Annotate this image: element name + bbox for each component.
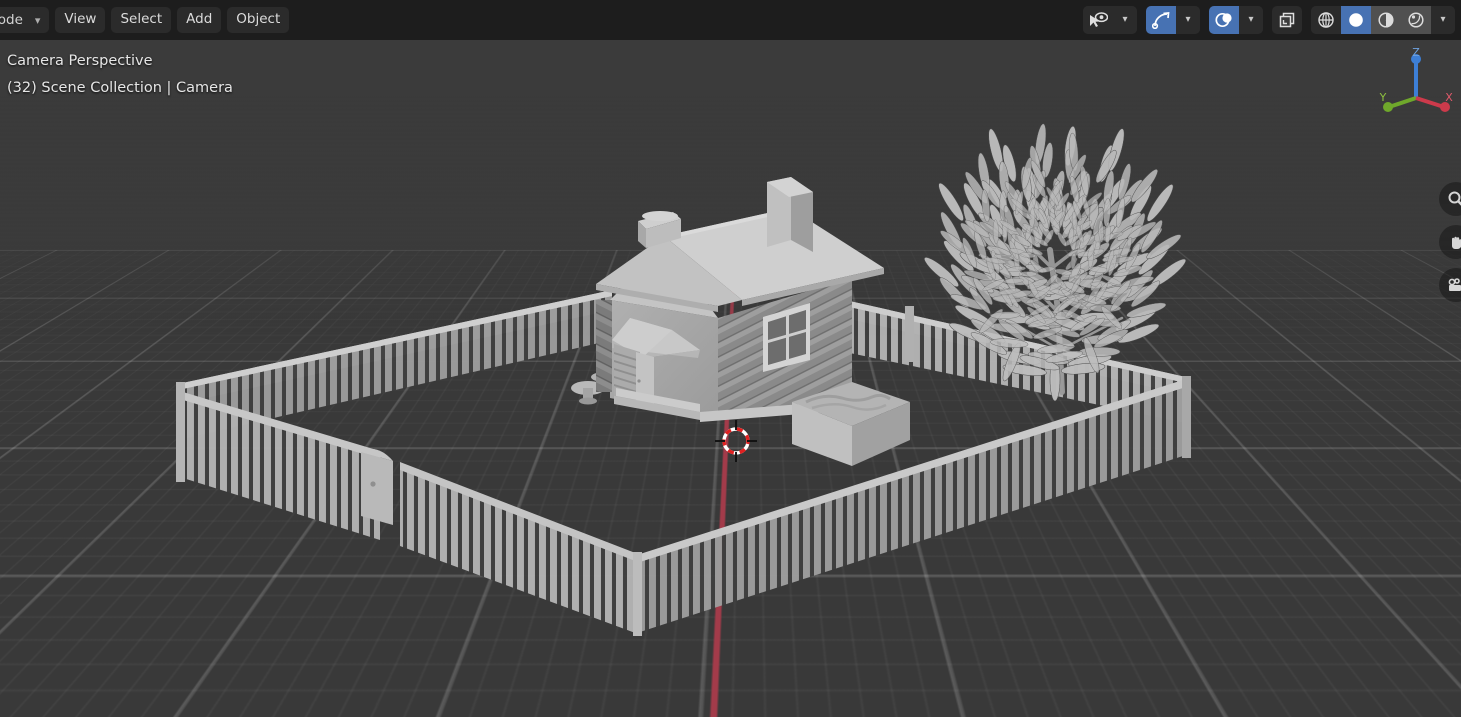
3d-cursor[interactable] bbox=[713, 418, 759, 464]
show-overlays[interactable] bbox=[1209, 6, 1239, 34]
header-right-group: ▾ ▾ ▾ ▾ bbox=[1083, 6, 1461, 34]
viewport-navigation-buttons[interactable] bbox=[1437, 182, 1461, 302]
show-overlays-group: ▾ bbox=[1209, 6, 1263, 34]
camera-icon bbox=[1448, 278, 1461, 291]
menu-object[interactable]: Object bbox=[227, 7, 290, 33]
shading-mode-group: ▾ bbox=[1311, 6, 1455, 34]
menu-select-label: Select bbox=[120, 11, 163, 28]
chevron-down-icon: ▾ bbox=[34, 13, 41, 27]
object-type-visibility-group: ▾ bbox=[1083, 6, 1137, 34]
menu-view[interactable]: View bbox=[55, 7, 106, 33]
show-gizmo-dropdown[interactable]: ▾ bbox=[1176, 6, 1200, 34]
axis-label-y: Y bbox=[1379, 91, 1387, 104]
chimney-rear[interactable] bbox=[767, 177, 813, 252]
toggle-xray-group bbox=[1272, 6, 1302, 34]
shading-mode-material-preview[interactable] bbox=[1371, 6, 1401, 34]
blender-window: Camera Perspective (32) Scene Collection… bbox=[0, 0, 1461, 717]
chimney-front[interactable] bbox=[638, 211, 681, 248]
pan-gizmo[interactable] bbox=[1439, 225, 1461, 259]
navigation-axis-gizmo[interactable]: Z Y X bbox=[1377, 46, 1455, 124]
show-gizmo-group: ▾ bbox=[1146, 6, 1200, 34]
viewport-info-overlay: Camera Perspective (32) Scene Collection… bbox=[7, 48, 233, 102]
menu-add-label: Add bbox=[186, 11, 213, 28]
shading-mode-solid[interactable] bbox=[1341, 6, 1371, 34]
overlays-circles-icon bbox=[1214, 12, 1232, 28]
menu-select[interactable]: Select bbox=[111, 7, 172, 33]
hand-icon bbox=[1452, 236, 1461, 249]
object-type-visibility[interactable] bbox=[1083, 6, 1113, 34]
gizmo-arc-arrow-icon bbox=[1151, 12, 1169, 29]
chevron-down-icon: ▾ bbox=[1122, 14, 1128, 25]
show-overlays-dropdown[interactable]: ▾ bbox=[1239, 6, 1263, 34]
menu-add[interactable]: Add bbox=[177, 7, 222, 33]
zoom-gizmo[interactable] bbox=[1439, 182, 1461, 216]
axis-label-z: Z bbox=[1412, 46, 1420, 59]
chevron-down-icon: ▾ bbox=[1248, 14, 1254, 25]
xray-squares-icon bbox=[1279, 12, 1295, 28]
viewport-3d[interactable]: Camera Perspective (32) Scene Collection… bbox=[0, 0, 1461, 717]
magnifier-icon bbox=[1448, 191, 1461, 206]
scene-label: (32) Scene Collection | Camera bbox=[7, 80, 233, 96]
camera-gizmo[interactable] bbox=[1439, 268, 1461, 302]
show-gizmo[interactable] bbox=[1146, 6, 1176, 34]
mode-selector-label: lode bbox=[0, 12, 23, 28]
rendered-sphere-icon bbox=[1408, 12, 1424, 28]
menu-object-label: Object bbox=[236, 11, 281, 28]
toggle-xray[interactable] bbox=[1272, 6, 1302, 34]
shading-mode-rendered[interactable] bbox=[1401, 6, 1431, 34]
menu-view-label: View bbox=[64, 11, 97, 28]
shading-mode-dropdown[interactable]: ▾ bbox=[1431, 6, 1455, 34]
chevron-down-icon: ▾ bbox=[1185, 14, 1191, 25]
chevron-down-icon: ▾ bbox=[1440, 14, 1446, 25]
wireframe-globe-icon bbox=[1318, 12, 1334, 28]
header-left-group: lode ▾ View Select Add Object bbox=[0, 7, 290, 33]
object-type-visibility-dropdown[interactable]: ▾ bbox=[1113, 6, 1137, 34]
solid-sphere-icon bbox=[1349, 13, 1363, 27]
view-label: Camera Perspective bbox=[7, 53, 153, 69]
material-sphere-icon bbox=[1378, 12, 1394, 28]
mode-selector[interactable]: lode ▾ bbox=[0, 7, 50, 33]
viewport-header: lode ▾ View Select Add Object bbox=[0, 0, 1461, 40]
eye-cursor-icon bbox=[1089, 11, 1108, 27]
shading-mode-wireframe[interactable] bbox=[1311, 6, 1341, 34]
axis-label-x: X bbox=[1445, 91, 1453, 104]
